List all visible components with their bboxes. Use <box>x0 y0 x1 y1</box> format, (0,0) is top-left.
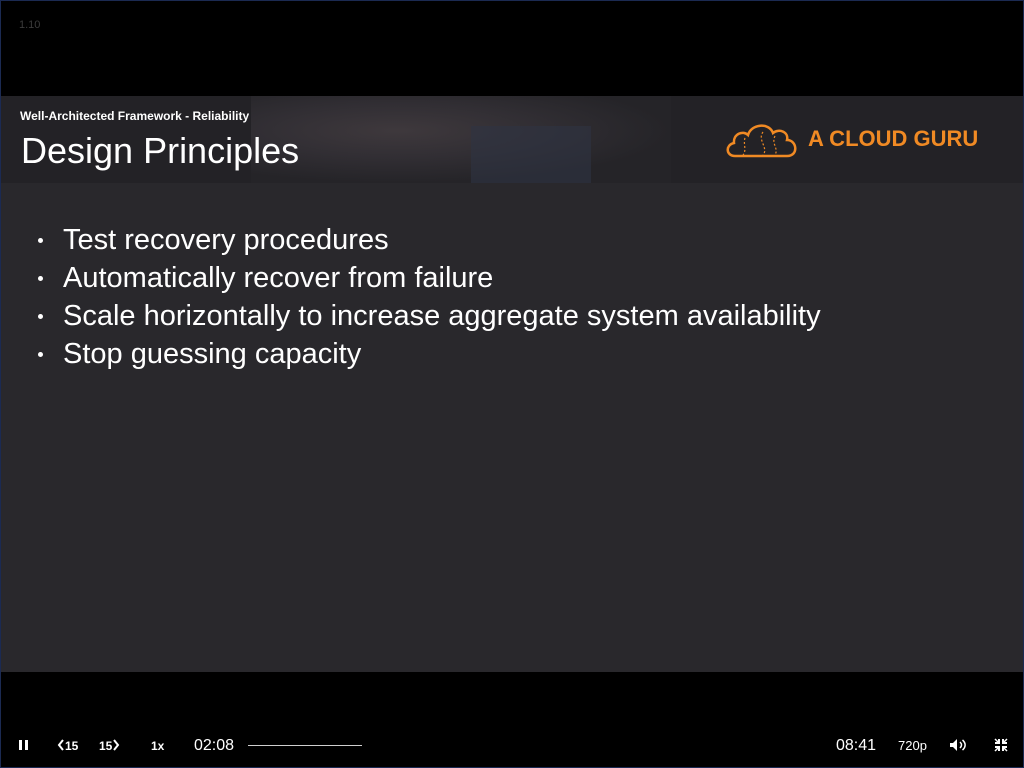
brand-logo: A CLOUD GURU <box>723 118 1003 162</box>
bullet-text: Stop guessing capacity <box>63 338 362 370</box>
quality-button[interactable]: 720p <box>898 729 927 763</box>
bullet-item: Test recovery procedures <box>33 221 821 259</box>
bullet-text: Test recovery procedures <box>63 224 389 256</box>
bullet-list: Test recovery procedures Automatically r… <box>33 221 821 373</box>
bullet-dot-icon <box>38 276 43 281</box>
exit-fullscreen-button[interactable] <box>994 729 1010 763</box>
skip-back-label: 15 <box>65 739 79 753</box>
slide-subtitle: Well-Architected Framework - Reliability <box>20 109 250 123</box>
bullet-dot-icon <box>38 314 43 319</box>
skip-forward-button[interactable]: 15 <box>99 729 127 763</box>
slide-header: Well-Architected Framework - Reliability… <box>1 96 1023 183</box>
skip-forward-label: 15 <box>99 739 113 753</box>
bullet-text: Automatically recover from failure <box>63 262 494 294</box>
bullet-text: Scale horizontally to increase aggregate… <box>63 300 821 332</box>
current-time: 02:08 <box>194 737 235 754</box>
progress-bar[interactable] <box>248 745 362 746</box>
header-background-photo <box>251 96 671 183</box>
playback-speed-button[interactable]: 1x <box>151 729 171 763</box>
pause-bar-right <box>25 740 28 750</box>
video-player: 1.10 Well-Architected Framework - Reliab… <box>0 0 1024 768</box>
skip-back-icon <box>57 739 64 751</box>
logo-text: A CLOUD GURU <box>808 126 979 151</box>
bullet-item: Scale horizontally to increase aggregate… <box>33 297 821 335</box>
header-background-shape <box>471 126 591 183</box>
fullscreen-exit-icon <box>994 738 1008 752</box>
total-time: 08:41 <box>836 737 877 754</box>
slide-title: Design Principles <box>21 130 300 171</box>
bullet-dot-icon <box>38 352 43 357</box>
slide: Well-Architected Framework - Reliability… <box>1 96 1023 672</box>
bullet-item: Automatically recover from failure <box>33 259 821 297</box>
version-label: 1.10 <box>19 19 41 31</box>
cloud-logo-icon <box>726 124 797 158</box>
volume-button[interactable] <box>949 729 967 763</box>
bullet-item: Stop guessing capacity <box>33 335 821 373</box>
pause-bar-left <box>19 740 22 750</box>
skip-back-button[interactable]: 15 <box>57 729 85 763</box>
volume-icon <box>950 739 966 751</box>
bullet-dot-icon <box>38 238 43 243</box>
skip-forward-icon <box>113 739 120 751</box>
pause-button[interactable] <box>17 729 31 763</box>
player-controls: 15 15 1x 02:08 08:41 720p <box>1 729 1023 763</box>
